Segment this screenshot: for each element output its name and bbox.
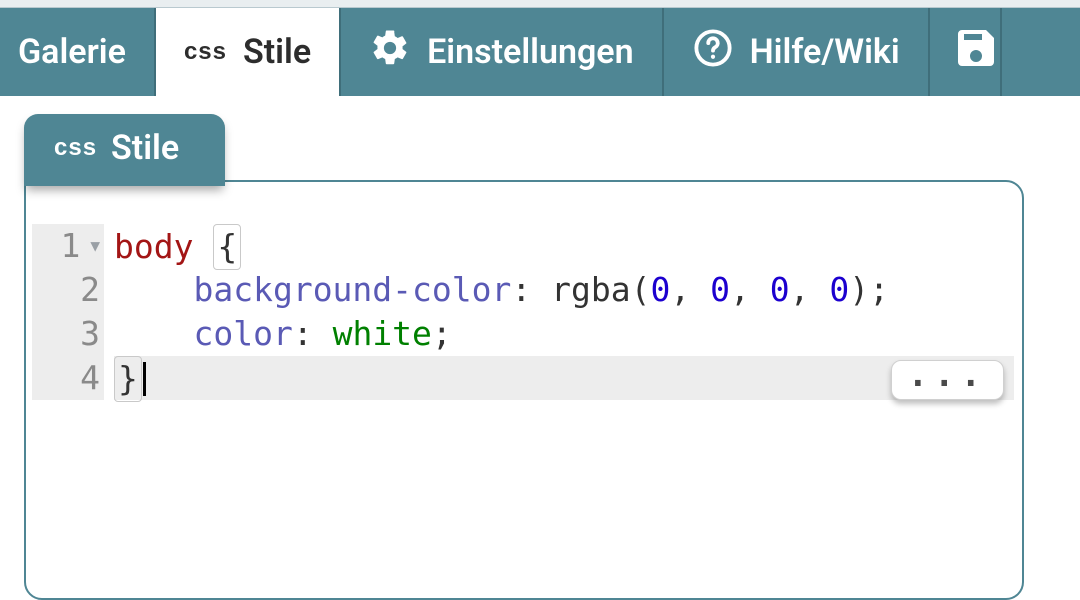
tab-gallery-label: Galerie xyxy=(18,32,126,72)
tab-styles-label: Stile xyxy=(243,32,311,72)
line-number: 2 xyxy=(42,268,100,312)
code-line[interactable]: } xyxy=(114,356,1014,400)
styles-panel: css Stile 1▼ 2 3 4 body { background-col… xyxy=(24,114,1024,600)
save-icon xyxy=(952,24,1000,81)
help-icon xyxy=(692,27,734,78)
tab-gallery[interactable]: Galerie xyxy=(0,8,156,96)
tab-help-label: Hilfe/Wiki xyxy=(750,32,900,72)
panel-header: css Stile xyxy=(24,114,225,186)
editor-gutter: 1▼ 2 3 4 xyxy=(32,224,104,400)
line-number: 3 xyxy=(42,312,100,356)
tab-settings[interactable]: Einstellungen xyxy=(341,8,663,96)
code-editor[interactable]: 1▼ 2 3 4 body { background-color: rgba(0… xyxy=(26,224,1022,400)
code-line[interactable]: background-color: rgba(0, 0, 0, 0); xyxy=(114,268,1022,312)
tab-save[interactable] xyxy=(930,8,1002,96)
css-icon: css xyxy=(184,38,227,66)
code-line[interactable]: body { xyxy=(114,224,1022,268)
main-tab-bar: Galerie css Stile Einstellungen Hilfe/Wi… xyxy=(0,8,1080,96)
line-number: 1▼ xyxy=(42,224,100,268)
panel-title: Stile xyxy=(111,128,179,168)
code-line[interactable]: color: white; xyxy=(114,312,1022,356)
panel-body: 1▼ 2 3 4 body { background-color: rgba(0… xyxy=(24,180,1024,600)
css-icon: css xyxy=(54,134,97,162)
editor-content[interactable]: body { background-color: rgba(0, 0, 0, 0… xyxy=(104,224,1022,400)
workspace: css Stile 1▼ 2 3 4 body { background-col… xyxy=(0,96,1080,600)
fold-icon[interactable]: ▼ xyxy=(90,238,100,254)
text-caret xyxy=(143,362,146,396)
more-button[interactable]: ... xyxy=(891,360,1004,400)
tab-help[interactable]: Hilfe/Wiki xyxy=(664,8,930,96)
window-top-edge xyxy=(0,0,1080,8)
line-number: 4 xyxy=(42,356,100,400)
tab-settings-label: Einstellungen xyxy=(427,32,633,72)
gear-icon xyxy=(369,27,411,78)
tab-styles[interactable]: css Stile xyxy=(156,8,341,96)
